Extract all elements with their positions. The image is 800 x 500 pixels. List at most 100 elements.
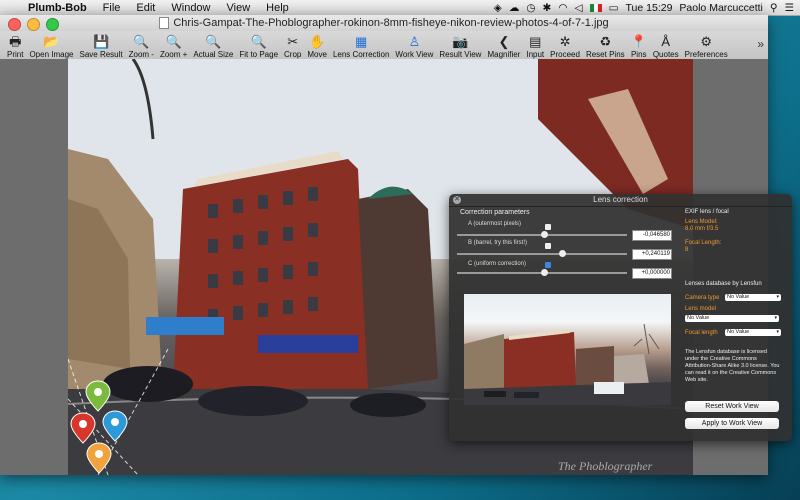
scissors-icon: ✂ <box>287 34 299 49</box>
toolbar-zoom-button[interactable]: 🔍 Zoom + <box>157 31 190 59</box>
toolbar-move-button[interactable]: ✋ Move <box>304 31 330 59</box>
pin-blue-icon[interactable] <box>102 410 128 442</box>
lens-model-select[interactable]: No Value <box>685 315 779 322</box>
menu-edit[interactable]: Edit <box>128 2 163 14</box>
toolbar-save-result-button[interactable]: 💾 Save Result <box>76 31 125 59</box>
menu-help[interactable]: Help <box>258 2 297 14</box>
lensfun-title: Lenses database by Lensfun <box>685 281 762 287</box>
toolbar-preferences-button[interactable]: ⚙ Preferences <box>682 31 731 59</box>
lensfun-license-text: The Lensfun database is licensed under t… <box>685 349 780 383</box>
param-b-slider[interactable] <box>457 250 627 257</box>
zoom-window-button[interactable] <box>46 18 59 31</box>
actual-size-icon: 🔍 <box>205 34 222 49</box>
watermark: The Phoblographer <box>558 459 653 473</box>
param-a-checkbox[interactable] <box>545 224 551 230</box>
close-window-button[interactable] <box>8 18 21 31</box>
dropbox-icon[interactable]: ◈ <box>494 2 502 14</box>
toolbar-label: Lens Correction <box>332 50 390 59</box>
toolbar-input-button[interactable]: ▤ Input <box>523 31 547 59</box>
pin-icon: 📍 <box>630 34 647 49</box>
camera-icon: 📷 <box>452 34 469 49</box>
menu-file[interactable]: File <box>95 2 129 14</box>
proceed-icon: ✲ <box>559 34 571 49</box>
user-name[interactable]: Paolo Marcuccetti <box>679 2 762 14</box>
toolbar-result-view-button[interactable]: 📷 Result View <box>436 31 484 59</box>
toolbar-print-button[interactable]: 🖶 Print <box>4 31 26 59</box>
zoom-in-icon: 🔍 <box>165 34 182 49</box>
param-a-slider[interactable] <box>457 231 627 238</box>
toolbar-lens-correction-button[interactable]: ▦ Lens Correction <box>330 31 392 59</box>
toolbar-overflow-icon[interactable]: » <box>757 37 764 59</box>
toolbar-label: Save Result <box>79 50 123 59</box>
focal-length-value: 8 <box>685 247 689 253</box>
lens-model-select-label: Lens model <box>685 306 717 312</box>
toolbar-crop-button[interactable]: ✂ Crop <box>281 31 304 59</box>
quotes-icon: Å <box>661 34 671 49</box>
toolbar-work-view-button[interactable]: ♙ Work View <box>392 31 436 59</box>
menu-app-name[interactable]: Plumb-Bob <box>22 2 95 14</box>
toolbar-reset-pins-button[interactable]: ♻ Reset Pins <box>583 31 628 59</box>
param-c-slider-knob[interactable] <box>540 269 548 276</box>
apply-to-work-view-button[interactable]: Apply to Work View <box>685 418 779 429</box>
person-icon: ♙ <box>408 34 421 49</box>
menu-bar: Plumb-Bob File Edit Window View Help ◈ ☁… <box>0 0 800 16</box>
pin-red-icon[interactable] <box>70 412 96 444</box>
italian-flag-icon[interactable] <box>589 3 602 12</box>
camera-type-label: Camera type <box>685 295 720 301</box>
toolbar-actual-size-button[interactable]: 🔍 Actual Size <box>190 31 236 59</box>
battery-icon[interactable]: ▭ <box>609 2 619 14</box>
gears-icon: ⚙ <box>700 34 713 49</box>
magnifier-icon: ❮ <box>498 34 510 49</box>
window-controls <box>8 18 59 31</box>
param-a-value[interactable]: -0,046580 <box>632 230 672 241</box>
param-c-label: C (uniform correction) <box>468 261 527 267</box>
notification-center-icon[interactable]: ☰ <box>785 2 794 14</box>
document-icon <box>159 17 170 29</box>
pin-green-icon[interactable] <box>85 380 111 412</box>
menu-window[interactable]: Window <box>163 2 218 14</box>
toolbar-label: Crop <box>284 50 302 59</box>
minimize-window-button[interactable] <box>27 18 40 31</box>
zoom-out-icon: 🔍 <box>133 34 150 49</box>
menu-view[interactable]: View <box>219 2 259 14</box>
calculator-icon: ▤ <box>529 34 542 49</box>
param-c-slider[interactable] <box>457 269 627 276</box>
folder-icon: 📂 <box>43 34 60 49</box>
toolbar-zoom-button[interactable]: 🔍 Zoom - <box>126 31 157 59</box>
toolbar-pins-button[interactable]: 📍 Pins <box>628 31 650 59</box>
param-a-slider-knob[interactable] <box>540 231 548 238</box>
clock[interactable]: Tue 15:29 <box>626 2 673 14</box>
param-c-value[interactable]: +0,000000 <box>632 268 672 279</box>
toolbar-proceed-button[interactable]: ✲ Proceed <box>547 31 583 59</box>
wifi-icon[interactable]: ◠ <box>558 2 567 14</box>
cloud-icon[interactable]: ☁ <box>509 2 520 14</box>
grid-icon: ▦ <box>355 34 368 49</box>
param-c-checkbox[interactable] <box>545 262 551 268</box>
reset-work-view-button[interactable]: Reset Work View <box>685 401 779 412</box>
panel-title-bar: ✕ Lens correction <box>449 194 792 207</box>
title-bar: Chris-Gampat-The-Phoblographer-rokinon-8… <box>0 15 768 31</box>
toolbar-label: Move <box>307 50 327 59</box>
toolbar-magnifier-button[interactable]: ❮ Magnifier <box>484 31 523 59</box>
time-machine-icon[interactable]: ◷ <box>526 2 535 14</box>
toolbar-quotes-button[interactable]: Å Quotes <box>650 31 682 59</box>
toolbar-label: Actual Size <box>193 50 234 59</box>
toolbar-open-image-button[interactable]: 📂 Open Image <box>26 31 76 59</box>
param-b-slider-knob[interactable] <box>559 250 567 257</box>
close-panel-button[interactable]: ✕ <box>453 196 461 204</box>
param-b-value[interactable]: +0,240119 <box>632 249 672 260</box>
fit-page-icon: 🔍 <box>250 34 267 49</box>
lens-model-value: 8.0 mm f/3.5 <box>685 226 719 232</box>
focal-length-select[interactable]: No Value <box>725 329 781 336</box>
volume-icon[interactable]: ◁ <box>575 2 583 14</box>
camera-type-select[interactable]: No Value <box>725 294 781 301</box>
param-a-label: A (outermost pixels) <box>468 221 522 227</box>
param-b-checkbox[interactable] <box>545 243 551 249</box>
bluetooth-icon[interactable]: ✱ <box>543 2 552 14</box>
pin-orange-icon[interactable] <box>86 442 112 474</box>
toolbar-fit-to-page-button[interactable]: 🔍 Fit to Page <box>236 31 281 59</box>
panel-title: Lens correction <box>593 195 648 204</box>
toolbar-label: Work View <box>395 50 434 59</box>
spotlight-icon[interactable]: ⚲ <box>770 2 778 14</box>
toolbar-label: Print <box>7 50 24 59</box>
